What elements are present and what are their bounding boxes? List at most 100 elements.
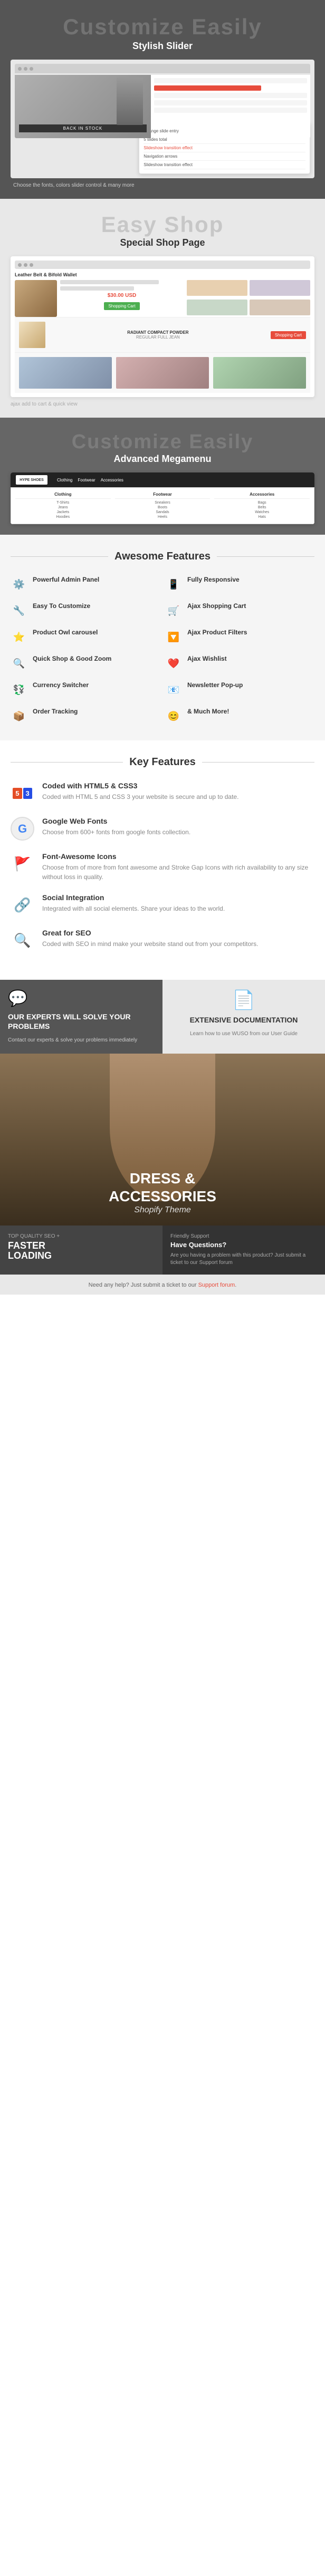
- section-customize-megamenu: Customize Easily Advanced Megamenu HYPE …: [0, 418, 325, 535]
- seo-title: FASTERLOADING: [8, 1241, 155, 1262]
- section-awesome-features: Awesome Features ⚙️ Powerful Admin Panel…: [0, 535, 325, 740]
- key-feature-html5: 5 3 Coded with HTML5 & CSS3 Coded with H…: [11, 782, 314, 805]
- hero-text-overlay: DRESS &ACCESSORIES Shopify Theme: [109, 1170, 216, 1214]
- feature-responsive-title: Fully Responsive: [187, 576, 240, 583]
- feature-item-tracking: 📦 Order Tracking: [11, 708, 160, 725]
- section-customize-slider: Customize Easily Stylish Slider BACK IN …: [0, 0, 325, 199]
- nav-item-footwear[interactable]: Footwear: [78, 478, 95, 483]
- key-feature-google-title: Google Web Fonts: [42, 817, 190, 825]
- feature-ajax-cart-title: Ajax Shopping Cart: [187, 602, 246, 610]
- slider-panel-row-2: [154, 85, 261, 91]
- megamenu-item-belts[interactable]: Belts: [214, 505, 310, 510]
- key-feature-seo: 🔍 Great for SEO Coded with SEO in mind m…: [11, 929, 314, 952]
- slider-panel-row-3: [154, 93, 307, 98]
- compact-name: RADIANT COMPACT POWDER: [50, 330, 266, 335]
- feature-currency-title: Currency Switcher: [33, 681, 89, 689]
- shop-price: $30.00 USD: [60, 293, 184, 298]
- megamenu-nav: Clothing Footwear Accessories: [57, 478, 123, 483]
- megamenu-item-watches[interactable]: Watches: [214, 510, 310, 515]
- heading-line-right: [217, 556, 314, 557]
- shop-dot-1: [18, 263, 22, 267]
- hero-title: DRESS &ACCESSORIES: [109, 1170, 216, 1205]
- product-page-title: Leather Belt & Bifold Wallet: [15, 272, 310, 277]
- feature-owl-text: Product Owl carousel: [33, 629, 98, 637]
- admin-panel-icon: ⚙️: [11, 576, 27, 593]
- panel-label-5: Slideshow transition effect: [144, 162, 193, 167]
- megamenu-item-heels[interactable]: Heels: [115, 515, 211, 519]
- slider-panel-row-5: [154, 108, 307, 113]
- owl-item-1: [19, 357, 112, 389]
- key-feature-google: G Google Web Fonts Choose from 600+ font…: [11, 817, 314, 841]
- megamenu-item-jeans[interactable]: Jeans: [15, 505, 111, 510]
- megamenu-item-sneakers[interactable]: Sneakers: [115, 500, 211, 505]
- megamenu-col-2: Footwear Sneakers Boots Sandals Heels: [115, 492, 211, 519]
- megamenu-item-jackets[interactable]: Jackets: [15, 510, 111, 515]
- slider-mockup: BACK IN STOCK Change slide entry 5 slide…: [11, 60, 314, 178]
- megamenu-col-1: Clothing T-Shirts Jeans Jackets Hoodies: [15, 492, 111, 519]
- megamenu-item-sandals[interactable]: Sandals: [115, 510, 211, 515]
- megamenu-item-bags[interactable]: Bags: [214, 500, 310, 505]
- feature-customize-title: Easy To Customize: [33, 602, 90, 610]
- browser-dot-1: [18, 67, 22, 71]
- browser-dot-2: [24, 67, 27, 71]
- megamenu-top-bar: HYPE SHOES Clothing Footwear Accessories: [11, 472, 314, 487]
- feature-item-currency: 💱 Currency Switcher: [11, 681, 160, 698]
- nav-item-clothing[interactable]: Clothing: [57, 478, 72, 483]
- megamenu-col-title-3: Accessories: [214, 492, 310, 499]
- key-feature-html5-title: Coded with HTML5 & CSS3: [42, 782, 238, 790]
- megamenu-title: Advanced Megamenu: [11, 454, 314, 465]
- megamenu-item-tshirts[interactable]: T-Shirts: [15, 500, 111, 505]
- compact-subname: REGULAR FULL JEAN: [50, 335, 266, 340]
- seo-box: Top Quality SEO + FASTERLOADING: [0, 1226, 162, 1275]
- currency-icon: 💱: [11, 681, 27, 698]
- megamenu-col-title-2: Footwear: [115, 492, 211, 499]
- shop-browser-bar: [15, 261, 310, 269]
- footer-link[interactable]: Support forum: [198, 1282, 235, 1288]
- megamenu-item-hats[interactable]: Hats: [214, 515, 310, 519]
- slider-panel-row-1: [154, 78, 307, 83]
- easy-shop-bg-title: Easy Shop: [11, 212, 314, 237]
- key-feature-seo-desc: Coded with SEO in mind make your website…: [42, 939, 259, 949]
- section-seo-support: Top Quality SEO + FASTERLOADING Friendly…: [0, 1226, 325, 1275]
- feature-currency-text: Currency Switcher: [33, 681, 89, 690]
- feature-item-customize: 🔧 Easy To Customize: [11, 602, 160, 619]
- heading-line-left: [11, 556, 108, 557]
- slider-image-area: BACK IN STOCK: [15, 75, 151, 138]
- customize-note: Choose the fonts, colors slider control …: [11, 182, 314, 188]
- feature-item-admin: ⚙️ Powerful Admin Panel: [11, 576, 160, 593]
- panel-row-3: Slideshow transition effect: [144, 144, 305, 152]
- browser-dot-3: [30, 67, 33, 71]
- key-feature-html5-desc: Coded with HTML 5 and CSS 3 your website…: [42, 792, 238, 802]
- experts-box: 💬 OUR EXPERTS WILL solve your problems C…: [0, 980, 162, 1054]
- key-feature-fontawesome-text: Font-Awesome Icons Choose from of more f…: [42, 852, 314, 882]
- key-features-heading: Key Features: [11, 756, 314, 768]
- features-grid: ⚙️ Powerful Admin Panel 📱 Fully Responsi…: [11, 576, 314, 725]
- key-heading-line-right: [202, 762, 314, 763]
- panel-row-5: Slideshow transition effect: [144, 161, 305, 169]
- panel-label-3: Slideshow transition effect: [144, 146, 193, 150]
- key-feature-social-desc: Integrated with all social elements. Sha…: [42, 904, 225, 913]
- nav-item-accessories[interactable]: Accessories: [101, 478, 123, 483]
- megamenu-item-hoodies[interactable]: Hoodies: [15, 515, 111, 519]
- customize2-bg-title: Customize Easily: [11, 431, 314, 454]
- shop-product-area: $30.00 USD Shopping Cart: [15, 280, 310, 317]
- hero-subtitle: Shopify Theme: [109, 1205, 216, 1215]
- add-to-cart-btn[interactable]: Shopping Cart: [104, 302, 139, 310]
- newsletter-icon: 📧: [165, 681, 182, 698]
- support-desc: Are you having a problem with this produ…: [170, 1252, 317, 1267]
- shop-product-image: [15, 280, 57, 317]
- google-icon: G: [11, 817, 34, 841]
- feature-item-quickshop: 🔍 Quick Shop & Good Zoom: [11, 655, 160, 672]
- feature-customize-text: Easy To Customize: [33, 602, 90, 611]
- key-feature-seo-text: Great for SEO Coded with SEO in mind mak…: [42, 929, 259, 949]
- owl-item-2: [116, 357, 209, 389]
- megamenu-dropdown: Clothing T-Shirts Jeans Jackets Hoodies …: [11, 487, 314, 524]
- megamenu-item-boots[interactable]: Boots: [115, 505, 211, 510]
- feature-owl-title: Product Owl carousel: [33, 629, 98, 636]
- compact-details: RADIANT COMPACT POWDER REGULAR FULL JEAN: [50, 330, 266, 340]
- ajax-note: ajax add to cart & quick view: [11, 401, 314, 407]
- seo-label: Top Quality SEO +: [8, 1233, 155, 1239]
- footer-text: Need any help? Just submit a ticket to o…: [89, 1282, 237, 1288]
- shop-product-grid: [187, 280, 310, 317]
- compact-cart-btn[interactable]: Shopping Cart: [271, 331, 306, 339]
